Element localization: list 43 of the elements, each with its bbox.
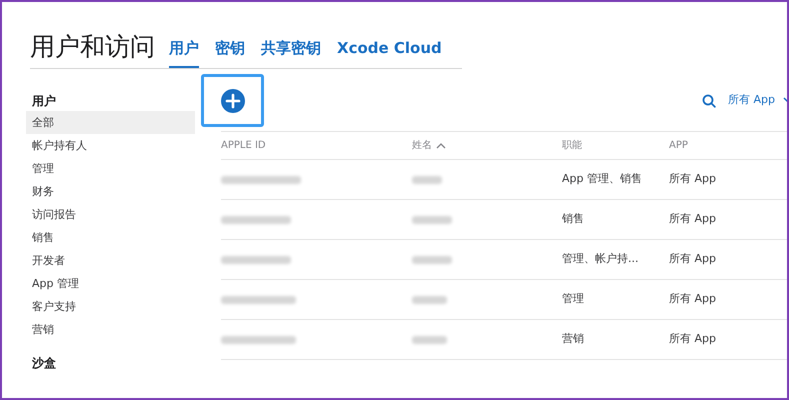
sidebar-item[interactable]: 客户支持 [26, 295, 195, 318]
table-cell-text: 所有 App [669, 211, 717, 228]
app-filter-dropdown[interactable]: 所有 App [728, 92, 787, 109]
blurred-text [412, 176, 442, 184]
blurred-text [221, 216, 291, 224]
plus-icon [220, 88, 244, 112]
column-header[interactable]: APP [669, 138, 769, 153]
page-title: 用户和访问 [30, 31, 155, 63]
sidebar-heading: 沙盒 [31, 355, 57, 372]
table-cell-text: 管理 [562, 291, 585, 308]
sidebar-item[interactable]: 全部 [26, 111, 195, 134]
tab[interactable]: 用户 [169, 38, 199, 68]
sidebar-item[interactable]: 帐户持有人 [26, 134, 195, 157]
tab[interactable]: Xcode Cloud [337, 38, 442, 68]
table-cell-text: 管理、帐户持... [562, 251, 640, 268]
tab[interactable]: 共享密钥 [261, 38, 321, 68]
blurred-text [221, 256, 291, 264]
sidebar-item[interactable]: 管理 [26, 157, 195, 180]
sidebar-heading: 用户 [31, 93, 57, 110]
search-icon[interactable] [702, 94, 716, 108]
tab[interactable]: 密钥 [215, 38, 245, 68]
sidebar-item[interactable]: App 管理 [26, 272, 195, 295]
table-cell-text: 销售 [562, 211, 585, 228]
sidebar-item[interactable]: 开发者 [26, 249, 195, 272]
add-button[interactable] [201, 74, 264, 127]
sort-ascending-icon [436, 142, 446, 148]
table-cell-text: 所有 App [669, 331, 717, 348]
table-cell-text: 所有 App [669, 171, 717, 188]
table-cell-text: 所有 App [669, 251, 717, 268]
column-header[interactable]: 姓名 [412, 138, 562, 153]
table-cell-text: 所有 App [669, 291, 717, 308]
blurred-text [412, 296, 447, 304]
blurred-text [412, 216, 452, 224]
blurred-text [412, 256, 452, 264]
sidebar-item[interactable]: 销售 [26, 226, 195, 249]
sidebar-item[interactable]: 财务 [26, 180, 195, 203]
table-cell-text: 营销 [562, 331, 585, 348]
blurred-text [412, 336, 447, 344]
column-header[interactable]: APPLE ID [221, 138, 412, 153]
sidebar-item[interactable]: 营销 [26, 318, 195, 341]
column-header[interactable]: 职能 [562, 138, 669, 153]
sidebar-item[interactable]: 访问报告 [26, 203, 195, 226]
table-cell-text: App 管理、销售 [562, 171, 643, 188]
